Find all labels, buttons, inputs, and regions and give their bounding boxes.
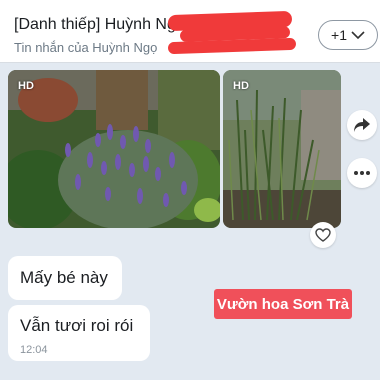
hd-badge: HD (233, 80, 249, 92)
more-options-button[interactable] (347, 158, 377, 188)
forward-button[interactable] (347, 110, 377, 140)
chevron-down-icon (351, 31, 365, 40)
message-bubble[interactable]: Vẫn tươi roi rói 12:04 (8, 305, 150, 361)
lavender-image (8, 70, 220, 228)
share-icon (354, 118, 370, 132)
more-icon (354, 171, 370, 175)
message-timestamp: 12:04 (20, 344, 48, 356)
rosemary-image (223, 70, 341, 228)
message-text: Vẫn tươi roi rói (20, 316, 134, 335)
more-recipients-button[interactable]: +1 (318, 20, 378, 50)
hd-badge: HD (18, 80, 34, 92)
photo-rosemary[interactable]: HD (223, 70, 341, 228)
message-text: Mấy bé này (20, 268, 108, 287)
heart-icon (315, 228, 331, 242)
photo-lavender[interactable]: HD (8, 70, 220, 228)
react-button[interactable] (310, 222, 336, 248)
card-header[interactable]: [Danh thiếp] Huỳnh Ng Tin nhắn của Huỳnh… (0, 0, 380, 63)
message-bubble[interactable]: Mấy bé này (8, 256, 122, 300)
more-count: +1 (331, 27, 347, 43)
watermark-label: Vườn hoa Sơn Trà (214, 289, 352, 319)
